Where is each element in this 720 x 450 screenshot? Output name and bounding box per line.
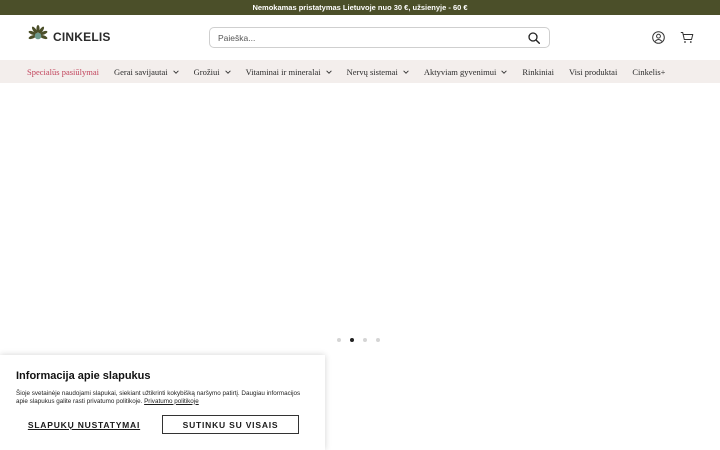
- carousel-dot[interactable]: [376, 338, 380, 342]
- nav-item-beauty[interactable]: Grožiui: [194, 67, 231, 77]
- chevron-down-icon: [403, 69, 409, 75]
- promo-text: Nemokamas pristatymas Lietuvoje nuo 30 €…: [252, 3, 468, 12]
- nav-item-label: Vitaminai ir mineralai: [245, 66, 321, 77]
- nav-item-label: Specialūs pasiūlymai: [27, 66, 100, 77]
- carousel-dots: [337, 338, 380, 342]
- chevron-down-icon: [501, 69, 508, 75]
- carousel-dot[interactable]: [337, 338, 341, 342]
- nav-item-label: Aktyviam gyvenimui: [423, 66, 497, 77]
- cookie-actions: SLAPUKŲ NUSTATYMAI SUTINKU SU VISAIS: [16, 415, 299, 434]
- nav-item-special-offers[interactable]: Specialūs pasiūlymai: [27, 67, 99, 77]
- chevron-down-icon: [224, 69, 231, 75]
- nav-item-cinkelis-plus[interactable]: Cinkelis+: [632, 67, 665, 77]
- account-icon[interactable]: [651, 30, 665, 44]
- site-header: CINKELIS: [0, 15, 720, 60]
- search-box: [209, 27, 550, 48]
- logo-icon: [27, 24, 49, 50]
- cookie-text: Šioje svetainėje naudojami slapukai, sie…: [16, 390, 311, 405]
- main-nav: Specialūs pasiūlymai Gerai savijautai Gr…: [0, 60, 720, 83]
- nav-item-label: Rinkiniai: [522, 66, 554, 77]
- carousel-dot[interactable]: [363, 338, 367, 342]
- header-icons: [651, 30, 694, 44]
- logo[interactable]: CINKELIS: [27, 24, 111, 50]
- privacy-policy-link[interactable]: Privatumo politikoje: [144, 398, 199, 405]
- nav-item-label: Gerai savijautai: [114, 66, 168, 77]
- nav-item-active-life[interactable]: Aktyviam gyvenimui: [423, 66, 508, 77]
- cookie-title: Informacija apie slapukus: [16, 370, 151, 382]
- search-icon[interactable]: [527, 31, 541, 45]
- hero-carousel[interactable]: [0, 83, 720, 350]
- search-input[interactable]: [218, 28, 527, 47]
- logo-text: CINKELIS: [53, 30, 111, 44]
- nav-item-label: Cinkelis+: [632, 66, 666, 77]
- cookie-banner: Informacija apie slapukus Šioje svetainė…: [0, 355, 325, 450]
- chevron-down-icon: [325, 69, 332, 75]
- promo-bar: Nemokamas pristatymas Lietuvoje nuo 30 €…: [0, 0, 720, 15]
- accept-all-button[interactable]: SUTINKU SU VISAIS: [162, 415, 299, 434]
- nav-item-nervous-system[interactable]: Nervų sistemai: [347, 67, 409, 77]
- cart-icon[interactable]: [680, 30, 694, 44]
- nav-item-label: Grožiui: [193, 66, 220, 77]
- carousel-dot-active[interactable]: [350, 338, 354, 342]
- chevron-down-icon: [172, 69, 179, 75]
- nav-item-vitamins[interactable]: Vitaminai ir mineralai: [246, 67, 332, 77]
- nav-item-sets[interactable]: Rinkiniai: [522, 67, 554, 77]
- nav-item-label: Visi produktai: [568, 66, 618, 77]
- cookie-settings-button[interactable]: SLAPUKŲ NUSTATYMAI: [16, 416, 152, 434]
- nav-item-label: Nervų sistemai: [346, 66, 398, 77]
- nav-item-all-products[interactable]: Visi produktai: [569, 67, 617, 77]
- nav-item-wellbeing[interactable]: Gerai savijautai: [114, 67, 179, 77]
